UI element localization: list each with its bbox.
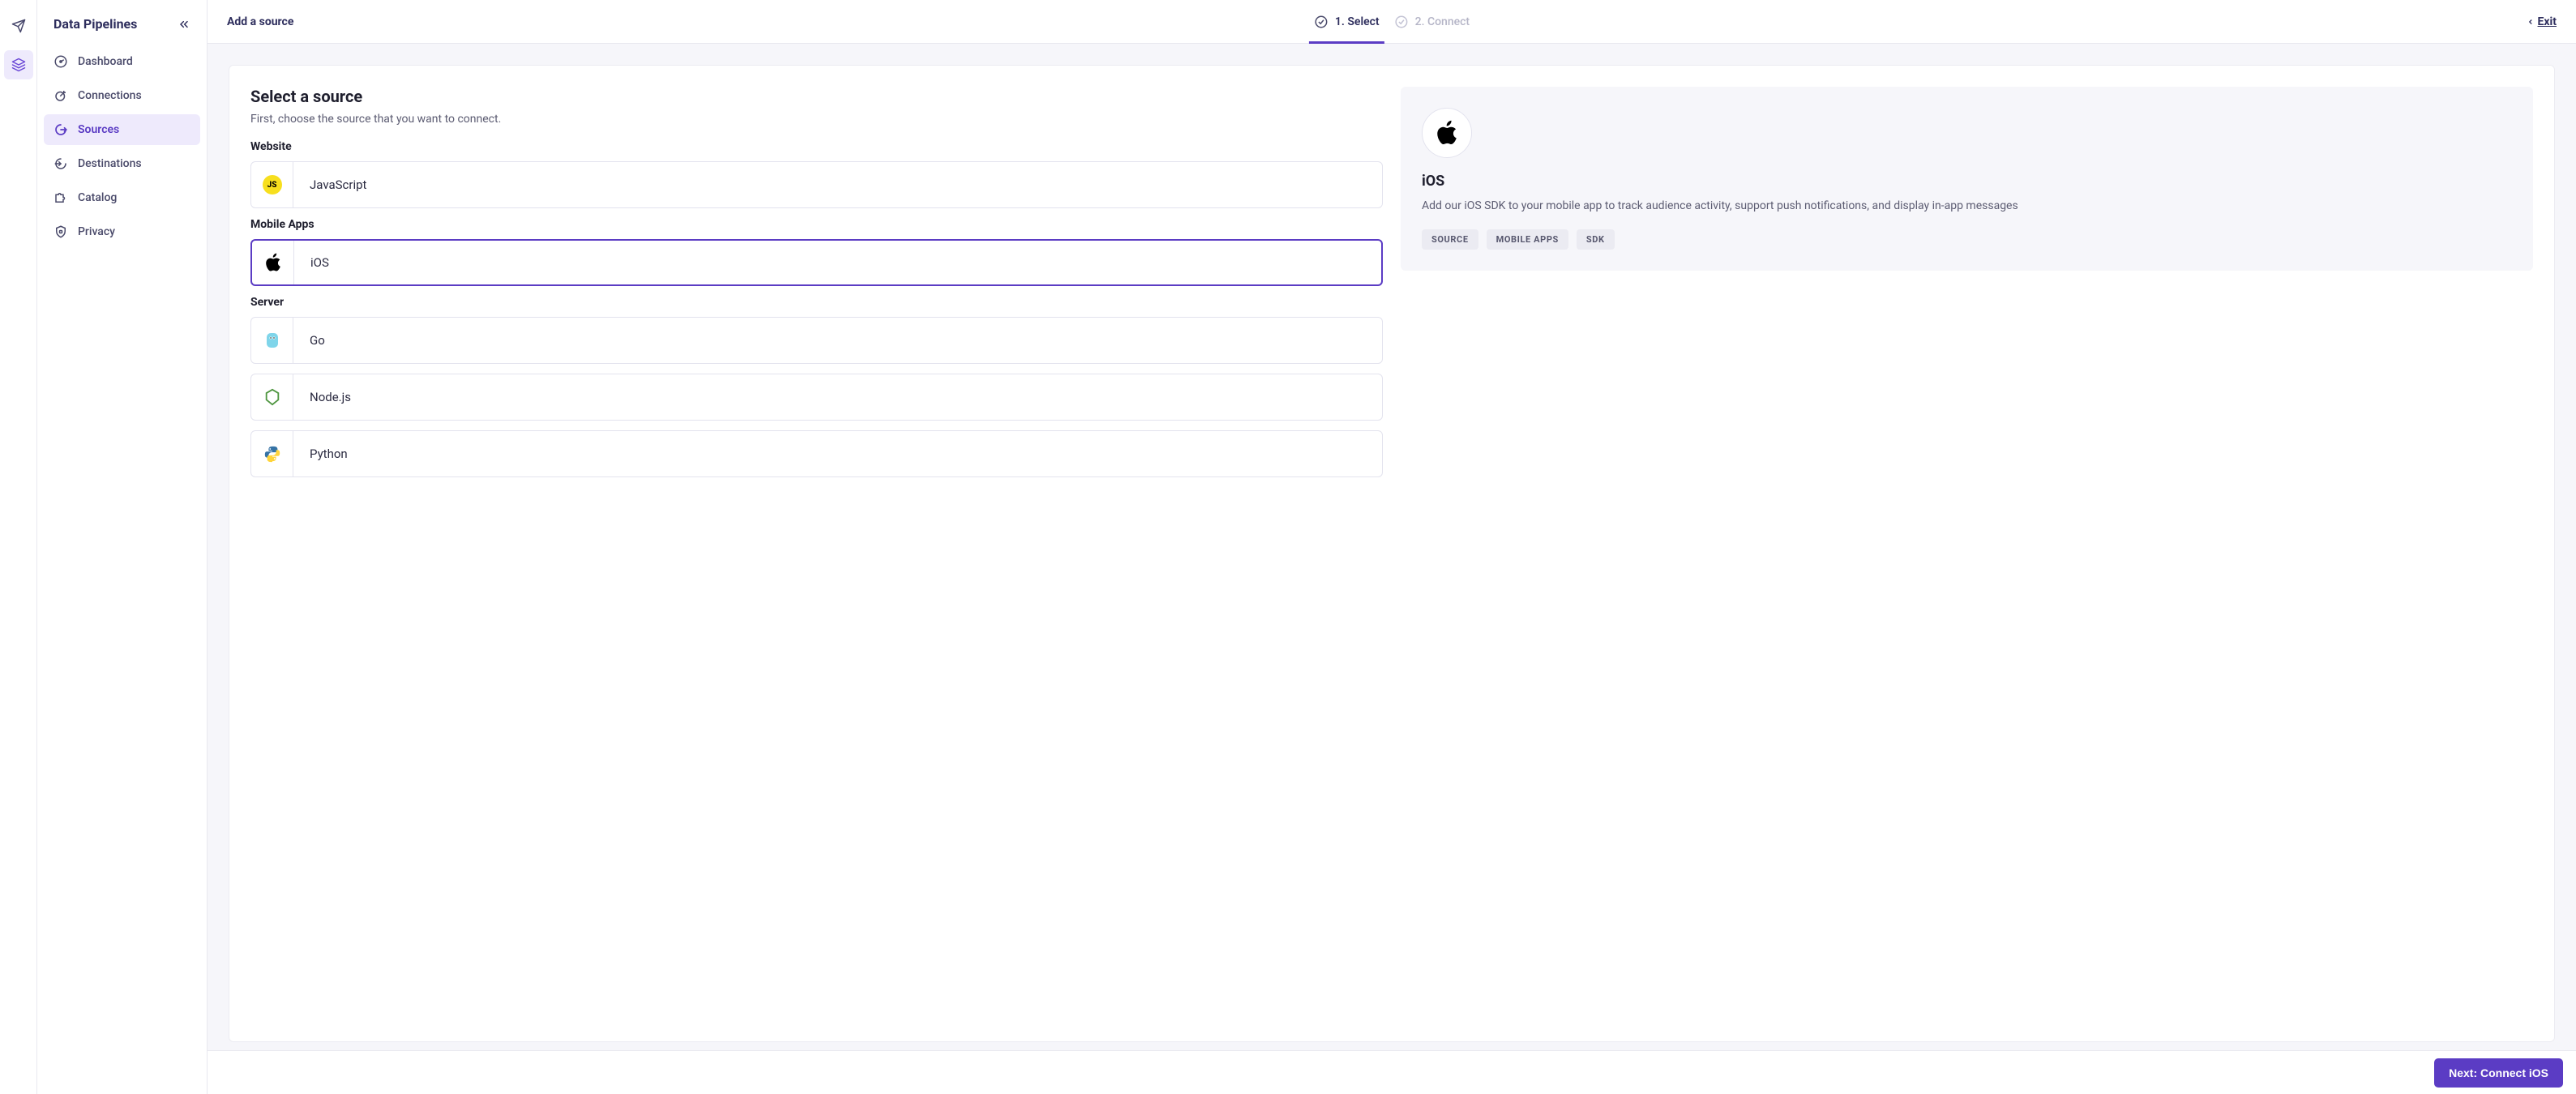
sidebar-nav: Dashboard Connections Sources Destinatio… bbox=[44, 46, 200, 247]
tag-mobile-apps: MOBILE APPS bbox=[1487, 229, 1568, 250]
sidebar-item-label: Connections bbox=[78, 89, 142, 102]
main: Add a source 1. Select 2. Connect Exit S… bbox=[208, 0, 2576, 1094]
sidebar-item-dashboard[interactable]: Dashboard bbox=[44, 46, 200, 77]
sidebar-item-catalog[interactable]: Catalog bbox=[44, 182, 200, 213]
source-card-label: Go bbox=[293, 333, 325, 348]
rail-layers-icon[interactable] bbox=[4, 50, 33, 79]
go-gopher-icon bbox=[251, 318, 293, 363]
rail-paper-plane-icon[interactable] bbox=[4, 11, 33, 41]
source-picker-column: Select a source First, choose the source… bbox=[250, 87, 1383, 1020]
page-description: First, choose the source that you want t… bbox=[250, 113, 1383, 126]
content-body: Select a source First, choose the source… bbox=[208, 44, 2576, 1094]
topbar: Add a source 1. Select 2. Connect Exit bbox=[208, 0, 2576, 44]
detail-column: iOS Add our iOS SDK to your mobile app t… bbox=[1401, 87, 2533, 1020]
source-detail-card: iOS Add our iOS SDK to your mobile app t… bbox=[1401, 87, 2533, 271]
exit-link[interactable]: Exit bbox=[2527, 15, 2557, 28]
step-connect: 2. Connect bbox=[1394, 0, 1470, 43]
page-header-title: Add a source bbox=[227, 15, 293, 28]
step-select[interactable]: 1. Select bbox=[1314, 0, 1380, 43]
source-card-label: JavaScript bbox=[293, 177, 366, 192]
detail-title: iOS bbox=[1422, 173, 2512, 190]
sidebar-header: Data Pipelines bbox=[44, 11, 200, 46]
detail-tags: SOURCE MOBILE APPS SDK bbox=[1422, 229, 2512, 250]
next-connect-button[interactable]: Next: Connect iOS bbox=[2434, 1058, 2563, 1088]
icon-rail bbox=[0, 0, 37, 1094]
step-label: 2. Connect bbox=[1415, 15, 1470, 28]
exit-arrow-icon bbox=[53, 122, 68, 137]
tag-source: SOURCE bbox=[1422, 229, 1478, 250]
sidebar-item-label: Destinations bbox=[78, 157, 142, 170]
python-icon bbox=[251, 431, 293, 476]
source-card-label: iOS bbox=[294, 255, 329, 270]
sidebar: Data Pipelines Dashboard Connections Sou… bbox=[37, 0, 208, 1094]
source-card-python[interactable]: Python bbox=[250, 430, 1383, 477]
shield-lock-icon bbox=[53, 224, 68, 239]
source-card-nodejs[interactable]: Node.js bbox=[250, 374, 1383, 421]
page-title: Select a source bbox=[250, 87, 1383, 106]
group-label-website: Website bbox=[250, 140, 1383, 153]
chevron-left-icon bbox=[2527, 18, 2535, 26]
gauge-icon bbox=[53, 54, 68, 69]
apple-icon bbox=[1422, 108, 1472, 158]
nodejs-icon bbox=[251, 374, 293, 420]
group-label-server: Server bbox=[250, 296, 1383, 309]
source-card-label: Python bbox=[293, 447, 348, 461]
step-label: 1. Select bbox=[1335, 15, 1380, 28]
source-card-label: Node.js bbox=[293, 390, 351, 404]
detail-description: Add our iOS SDK to your mobile app to tr… bbox=[1422, 198, 2512, 215]
source-card-javascript[interactable]: JS JavaScript bbox=[250, 161, 1383, 208]
sidebar-item-label: Catalog bbox=[78, 191, 117, 204]
sidebar-item-label: Sources bbox=[78, 123, 119, 136]
source-card-ios[interactable]: iOS bbox=[250, 239, 1383, 286]
sidebar-item-label: Privacy bbox=[78, 225, 115, 238]
sidebar-item-destinations[interactable]: Destinations bbox=[44, 148, 200, 179]
source-card-go[interactable]: Go bbox=[250, 317, 1383, 364]
enter-arrow-icon bbox=[53, 156, 68, 171]
content-panel: Select a source First, choose the source… bbox=[229, 65, 2555, 1042]
group-label-mobile-apps: Mobile Apps bbox=[250, 218, 1383, 231]
sidebar-title: Data Pipelines bbox=[53, 16, 137, 32]
check-circle-icon bbox=[1394, 15, 1409, 29]
sidebar-item-privacy[interactable]: Privacy bbox=[44, 216, 200, 247]
sidebar-item-connections[interactable]: Connections bbox=[44, 80, 200, 111]
javascript-icon: JS bbox=[251, 162, 293, 207]
sidebar-item-sources[interactable]: Sources bbox=[44, 114, 200, 145]
check-circle-icon bbox=[1314, 15, 1329, 29]
stepper: 1. Select 2. Connect bbox=[1314, 0, 1470, 43]
target-arrow-icon bbox=[53, 88, 68, 103]
footer-bar: Next: Connect iOS bbox=[208, 1050, 2576, 1094]
collapse-sidebar-button[interactable] bbox=[178, 18, 190, 31]
sidebar-item-label: Dashboard bbox=[78, 55, 133, 68]
tag-sdk: SDK bbox=[1577, 229, 1615, 250]
puzzle-icon bbox=[53, 190, 68, 205]
exit-link-label: Exit bbox=[2538, 15, 2557, 28]
apple-icon bbox=[252, 241, 294, 284]
